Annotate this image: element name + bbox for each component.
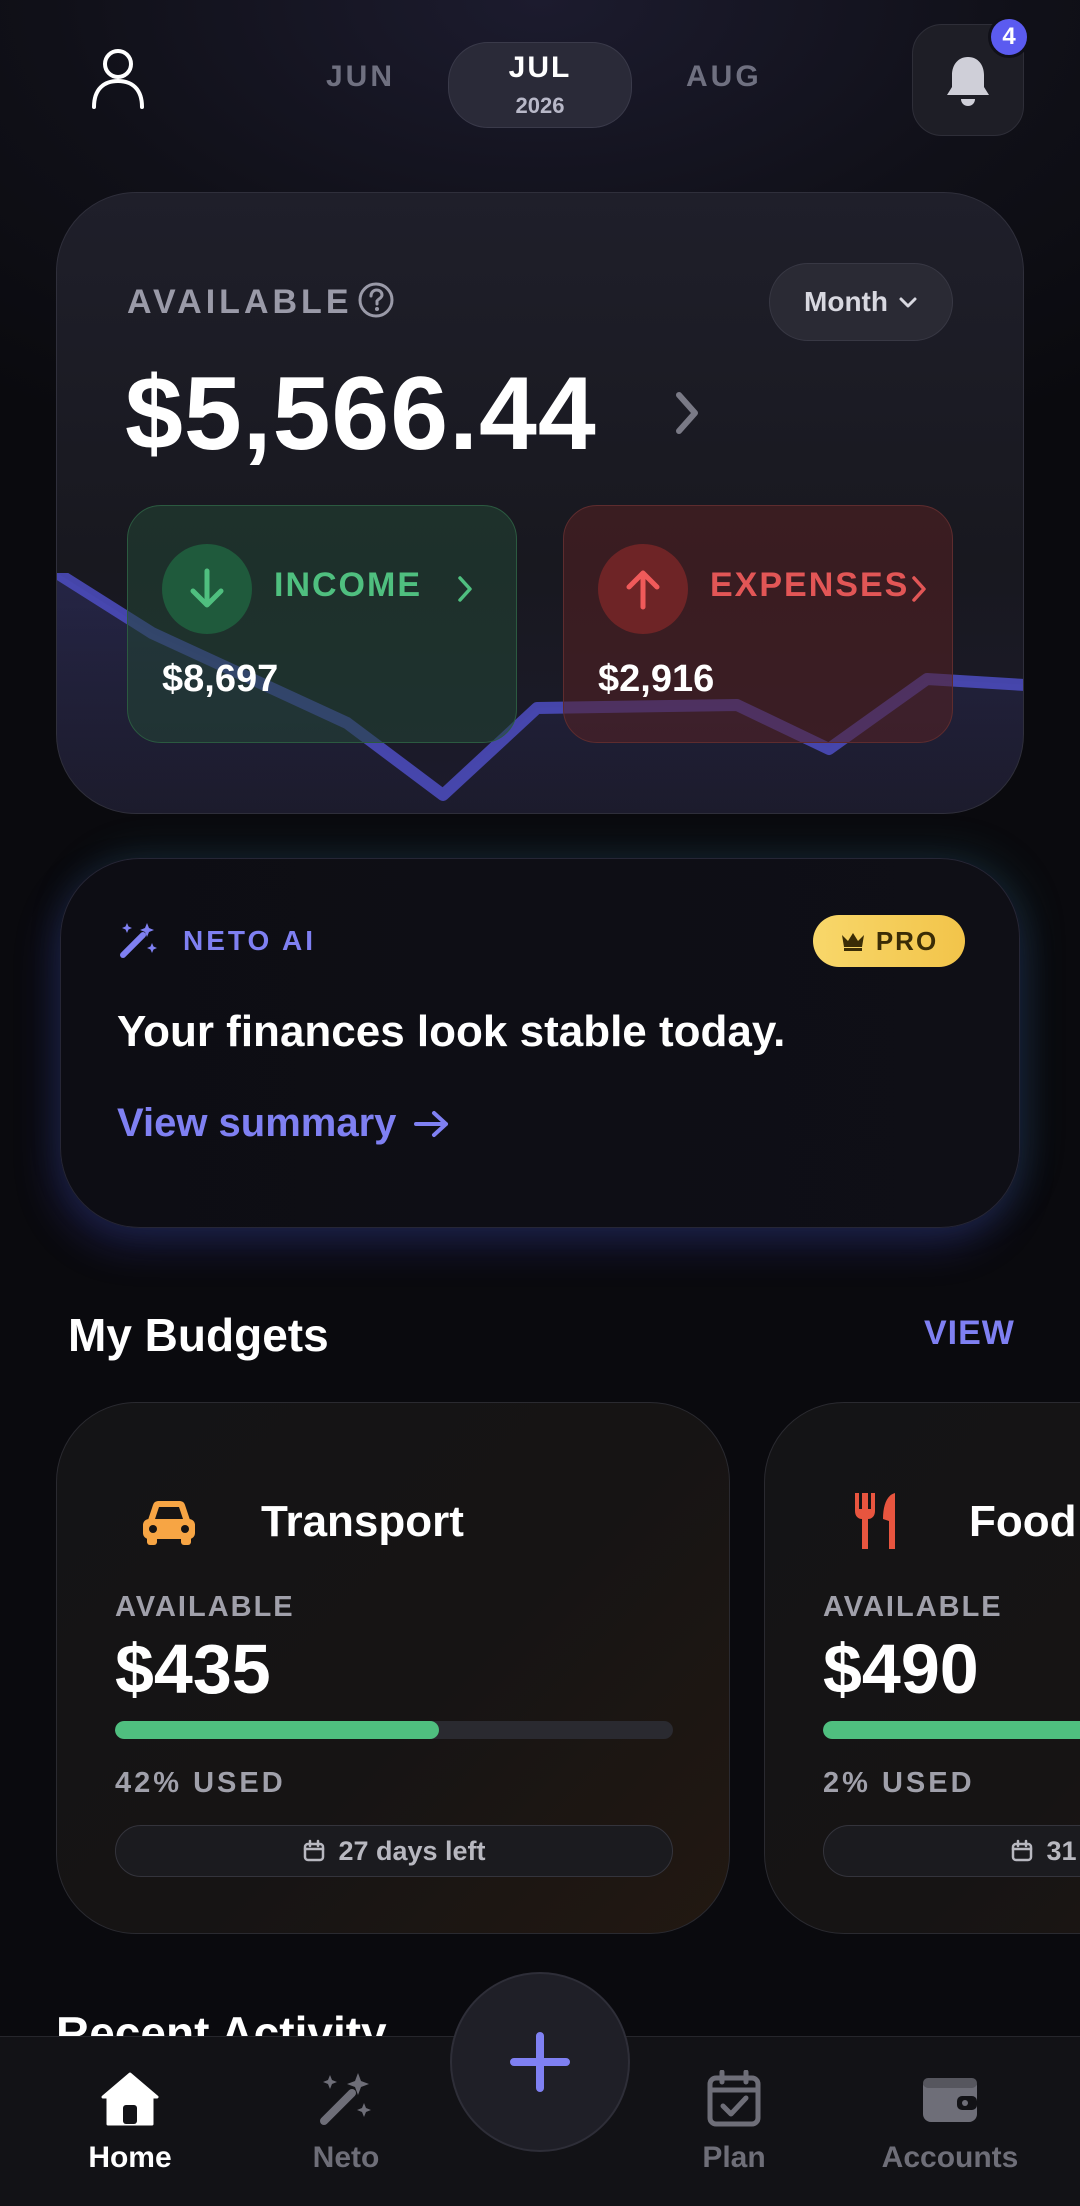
budget-days-left-label: 31 days left <box>1046 1835 1080 1866</box>
calendar-icon <box>304 1839 325 1862</box>
nav-home[interactable]: Home <box>40 2067 220 2187</box>
crown-icon <box>841 933 864 951</box>
home-icon <box>101 2072 159 2126</box>
budget-days-left: 27 days left <box>115 1825 673 1877</box>
budget-days-left: 31 days left <box>823 1825 1080 1877</box>
income-label: INCOME <box>274 566 422 604</box>
budget-name: Transport <box>261 1497 464 1546</box>
budget-progress-fill <box>823 1721 1080 1739</box>
income-card[interactable]: INCOME $8,697 <box>127 505 517 743</box>
view-summary-link[interactable]: View summary <box>117 1101 452 1146</box>
car-icon <box>143 1501 195 1545</box>
period-dropdown[interactable]: Month <box>769 263 953 341</box>
balance-card: AVAILABLE Month $5,566.44 INCOME $8,697 … <box>56 192 1024 814</box>
add-transaction-button[interactable] <box>450 1972 630 2152</box>
current-month-label: JUL <box>508 51 572 84</box>
budget-progress-track <box>115 1721 673 1739</box>
pro-badge: PRO <box>813 915 965 967</box>
calendar-check-icon <box>707 2070 761 2127</box>
budget-days-left-label: 27 days left <box>338 1835 486 1866</box>
app-screen: JUN JUL 2026 AUG 4 AVAILABLE Month $5,56… <box>0 0 1080 2206</box>
current-year-label: 2026 <box>515 93 565 118</box>
budgets-view-button[interactable]: VIEW <box>924 1314 1015 1353</box>
nav-accounts-label: Accounts <box>881 2141 1019 2174</box>
budget-used-label: 42% USED <box>115 1767 286 1799</box>
nav-plan-label: Plan <box>702 2141 766 2174</box>
budget-amount: $435 <box>115 1630 271 1708</box>
budget-card-food[interactable]: Food AVAILABLE $490 2% USED 31 days left <box>764 1402 1080 1934</box>
expenses-label: EXPENSES <box>710 566 910 604</box>
nav-neto[interactable]: Neto <box>256 2067 436 2187</box>
income-value: $8,697 <box>162 658 279 700</box>
nav-neto-label: Neto <box>312 2141 380 2174</box>
balance-amount: $5,566.44 <box>125 356 597 472</box>
arrow-up-icon <box>626 570 660 610</box>
budget-name: Food <box>969 1497 1077 1546</box>
magic-wand-icon <box>120 923 157 958</box>
help-icon[interactable] <box>357 281 395 319</box>
chevron-right-icon[interactable] <box>667 383 707 443</box>
ai-message: Your finances look stable today. <box>117 1007 786 1056</box>
expenses-icon-circle <box>598 544 688 634</box>
month-tab-next[interactable]: AUG <box>686 60 762 94</box>
month-tab-current[interactable]: JUL 2026 <box>448 42 632 128</box>
plus-icon <box>510 2032 570 2092</box>
arrow-right-icon <box>414 1110 449 1137</box>
header: JUN JUL 2026 AUG 4 <box>0 0 1080 180</box>
chevron-right-icon <box>912 576 926 602</box>
period-label: Month <box>804 286 888 317</box>
nav-accounts[interactable]: Accounts <box>860 2067 1040 2187</box>
notification-badge: 4 <box>988 16 1030 58</box>
utensils-icon <box>855 1493 895 1549</box>
chevron-right-icon <box>458 576 472 602</box>
pro-badge-label: PRO <box>875 925 939 956</box>
view-summary-label: View summary <box>117 1101 397 1145</box>
nav-home-label: Home <box>88 2141 172 2174</box>
ai-insight-card[interactable]: NETO AI PRO Your finances look stable to… <box>60 858 1020 1228</box>
budget-used-label: 2% USED <box>823 1767 975 1799</box>
month-tab-prev[interactable]: JUN <box>326 60 395 94</box>
user-icon <box>92 49 144 109</box>
budgets-section-title: My Budgets <box>68 1309 329 1361</box>
ai-brand-label: NETO AI <box>183 925 317 956</box>
wallet-icon <box>923 2078 977 2122</box>
nav-plan[interactable]: Plan <box>644 2067 824 2187</box>
expenses-card[interactable]: EXPENSES $2,916 <box>563 505 953 743</box>
bell-icon <box>947 57 989 106</box>
chevron-down-icon <box>899 297 917 308</box>
budget-available-label: AVAILABLE <box>823 1591 1003 1623</box>
magic-wand-icon <box>320 2073 371 2125</box>
budget-progress-track <box>823 1721 1080 1739</box>
budget-progress-fill <box>115 1721 439 1739</box>
expenses-value: $2,916 <box>598 658 715 700</box>
budget-card-transport[interactable]: Transport AVAILABLE $435 42% USED 27 day… <box>56 1402 730 1934</box>
budget-available-label: AVAILABLE <box>115 1591 295 1623</box>
available-label: AVAILABLE <box>127 283 353 321</box>
budget-amount: $490 <box>823 1630 979 1708</box>
income-icon-circle <box>162 544 252 634</box>
arrow-down-icon <box>190 568 224 608</box>
calendar-icon <box>1012 1839 1033 1862</box>
profile-button[interactable] <box>82 42 154 114</box>
